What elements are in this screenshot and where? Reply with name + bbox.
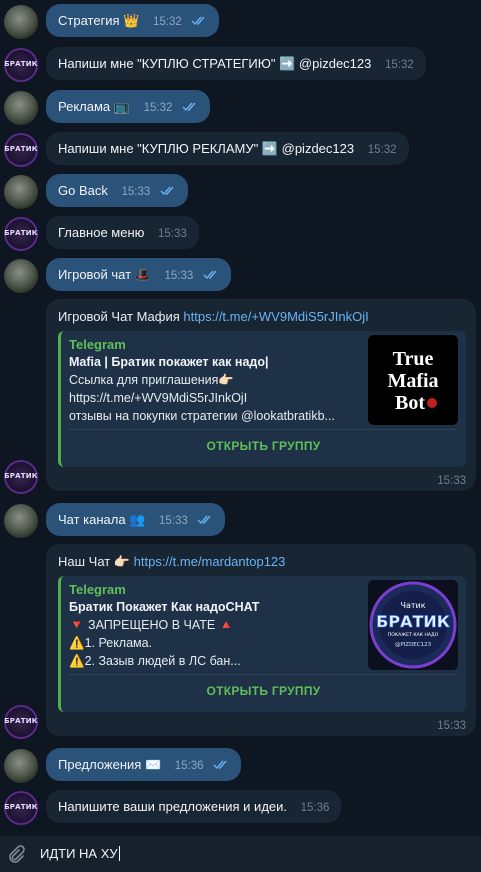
preview-line: ⚠️2. Зазыв людей в ЛС бан... — [69, 654, 241, 668]
bot-avatar[interactable] — [4, 217, 38, 251]
attach-icon[interactable] — [6, 844, 26, 864]
message-text: Игровой Чат Мафия — [58, 309, 184, 324]
message-time: 15:32 — [153, 16, 182, 28]
preview-line: Cсылка для приглашения👉🏻 — [69, 373, 234, 387]
message-text: Игровой чат 🎩 — [58, 267, 151, 282]
open-group-button[interactable]: ОТКРЫТЬ ГРУППУ — [61, 439, 466, 453]
message-time: 15:33 — [121, 186, 151, 198]
incoming-link-message[interactable]: Наш Чат 👉🏻 https://t.me/mardantop123 Tel… — [46, 544, 476, 736]
thumbnail-handle-text: @PIZDEC123 — [395, 642, 432, 648]
text-caret — [118, 846, 120, 861]
message-time: 15:33 — [164, 270, 194, 282]
svg-text:Bot: Bot — [395, 392, 425, 414]
user-avatar[interactable] — [4, 175, 38, 209]
bot-avatar[interactable] — [4, 133, 38, 167]
message-text-line: Наш Чат 👉🏻 https://t.me/mardantop123 — [58, 554, 285, 570]
message-text: Напиши мне "КУПЛЮ СТРАТЕГИЮ" ➡️ — [58, 56, 299, 71]
incoming-message[interactable]: Напиши мне "КУПЛЮ СТРАТЕГИЮ" ➡️ @pizdec1… — [46, 47, 426, 80]
user-avatar[interactable] — [4, 5, 38, 39]
message-text: Чат канала 👥 — [58, 512, 146, 527]
thumbnail-top-text: Чатик — [400, 601, 425, 610]
preview-link[interactable]: https://t.me/+WV9MdiS5rJInkOjI — [69, 391, 247, 405]
message-text: Главное меню — [58, 225, 145, 240]
read-checkmarks-icon — [182, 91, 198, 124]
message-time: 15:33 — [437, 720, 466, 732]
mention-link[interactable]: @pizdec123 — [299, 56, 371, 71]
read-checkmarks-icon — [160, 175, 176, 208]
user-avatar[interactable] — [4, 749, 38, 783]
user-avatar[interactable] — [4, 91, 38, 125]
mention-link[interactable]: @pizdec123 — [282, 141, 354, 156]
message-text: Напишите ваши предложения и идеи. — [58, 799, 288, 814]
svg-text:True: True — [393, 348, 434, 370]
outgoing-message[interactable]: Реклама 📺 15:32 — [46, 90, 210, 123]
channel-link[interactable]: https://t.me/mardantop123 — [134, 554, 286, 569]
preview-thumbnail: Чатик БРАТИК ПОКАЖЕТ КАК НАДО @PIZDEC123 — [368, 580, 458, 670]
incoming-message[interactable]: Главное меню 15:33 — [46, 216, 199, 249]
message-time: 15:32 — [367, 144, 397, 156]
message-text: Go Back — [58, 183, 108, 198]
link-preview[interactable]: Telegram Братик Покажет Как надоCHAT 🔻 З… — [58, 576, 466, 712]
outgoing-message[interactable]: Чат канала 👥 15:33 — [46, 503, 226, 537]
read-checkmarks-icon — [213, 749, 229, 782]
user-avatar[interactable] — [4, 504, 38, 538]
message-time: 15:33 — [158, 228, 187, 240]
message-text-line: Игровой Чат Мафия https://t.me/+WV9MdiS5… — [58, 309, 369, 324]
preview-line: отзывы на покупки стратегии @lookatbrati… — [69, 409, 335, 423]
incoming-message[interactable]: Напиши мне "КУПЛЮ РЕКЛАМУ" ➡️ @pizdec123… — [46, 132, 409, 165]
message-text: Напиши мне "КУПЛЮ РЕКЛАМУ" ➡️ — [58, 141, 282, 156]
preview-site-name: Telegram — [69, 582, 126, 597]
message-text: Наш Чат 👉🏻 — [58, 554, 134, 569]
read-checkmarks-icon — [197, 504, 213, 537]
message-text: Предложения ✉️ — [58, 757, 162, 772]
message-time: 15:36 — [300, 802, 330, 814]
bot-avatar[interactable] — [4, 48, 38, 82]
message-time: 15:36 — [174, 760, 204, 772]
read-checkmarks-icon — [203, 259, 219, 292]
outgoing-message[interactable]: Go Back 15:33 — [46, 174, 188, 207]
outgoing-message[interactable]: Предложения ✉️ 15:36 — [46, 748, 242, 782]
message-text: Стратегия 👑 — [58, 13, 140, 28]
outgoing-message[interactable]: Стратегия 👑 15:32 — [46, 4, 220, 38]
preview-thumbnail: True Mafia Bot — [368, 335, 458, 425]
thumbnail-sub-text: ПОКАЖЕТ КАК НАДО — [388, 632, 439, 638]
preview-divider — [69, 674, 458, 675]
incoming-message[interactable]: Напишите ваши предложения и идеи. 15:36 — [46, 790, 342, 823]
svg-text:Mafia: Mafia — [387, 370, 438, 392]
preview-title: Mafia | Братик покажет как надо| — [69, 355, 269, 369]
message-input-value: ИДТИ НА ХУ — [40, 846, 118, 861]
bot-avatar[interactable] — [4, 705, 38, 739]
outgoing-message[interactable]: Игровой чат 🎩 15:33 — [46, 258, 231, 291]
message-time: 15:32 — [143, 102, 173, 114]
link-preview[interactable]: Telegram Mafia | Братик покажет как надо… — [58, 331, 466, 467]
preview-title: Братик Покажет Как надоCHAT — [69, 600, 260, 614]
preview-line: ⚠️1. Реклама. — [69, 636, 153, 650]
bot-avatar[interactable] — [4, 460, 38, 494]
message-time: 15:32 — [385, 59, 414, 71]
message-time: 15:33 — [437, 475, 466, 487]
user-avatar[interactable] — [4, 259, 38, 293]
thumbnail-main-text: БРАТИК — [376, 612, 450, 631]
preview-line: 🔻 ЗАПРЕЩЕНО В ЧАТЕ 🔺 — [69, 618, 235, 632]
message-time: 15:33 — [159, 515, 188, 527]
invite-link[interactable]: https://t.me/+WV9MdiS5rJInkOjI — [183, 309, 368, 324]
message-composer: ИДТИ НА ХУ — [0, 836, 481, 872]
preview-site-name: Telegram — [69, 337, 126, 352]
preview-divider — [69, 429, 458, 430]
read-checkmarks-icon — [191, 5, 207, 38]
incoming-link-message[interactable]: Игровой Чат Мафия https://t.me/+WV9MdiS5… — [46, 299, 476, 491]
bot-avatar[interactable] — [4, 791, 38, 825]
message-text: Реклама 📺 — [58, 99, 130, 114]
message-input[interactable]: ИДТИ НА ХУ — [40, 846, 120, 861]
open-group-button[interactable]: ОТКРЫТЬ ГРУППУ — [61, 684, 466, 698]
